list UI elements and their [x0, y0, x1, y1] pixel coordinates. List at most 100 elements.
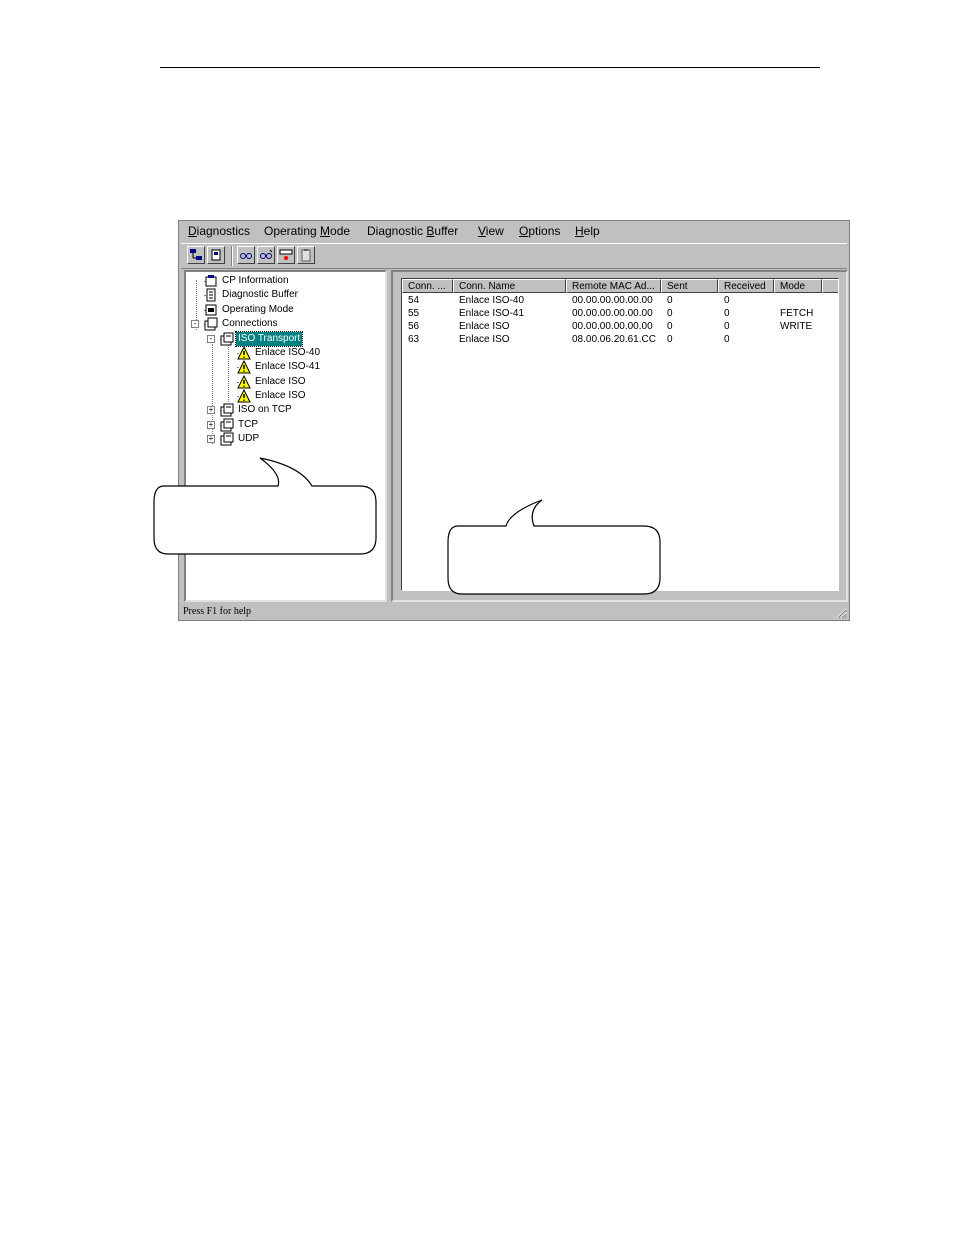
warning-icon — [237, 389, 251, 403]
menu-options-rest: ptions — [528, 224, 561, 238]
table-cell: Enlace ISO-41 — [459, 308, 525, 319]
folder-doc-icon — [220, 418, 234, 432]
tree-item-label: UDP — [238, 433, 260, 444]
menu-operating-mode-rest: ode — [330, 224, 351, 238]
menu-view[interactable]: View — [478, 224, 504, 238]
table-cell: 00.00.00.00.00.00 — [572, 308, 653, 319]
menu-diagnostic-buffer-pre: Diagnostic — [367, 224, 427, 238]
menu-view-accel: V — [478, 224, 486, 238]
table-cell: 55 — [408, 308, 420, 319]
expand-toggle[interactable]: + — [207, 435, 215, 443]
toolbar — [181, 243, 847, 269]
counter-icon — [279, 249, 293, 260]
table-cell: 00.00.00.00.00.00 — [572, 295, 653, 306]
table-cell: FETCH — [780, 308, 814, 319]
speech-callout-left — [153, 457, 377, 555]
tree-item-label: Enlace ISO — [255, 390, 306, 401]
cpu-icon — [211, 249, 221, 261]
folder-doc-icon — [220, 432, 234, 446]
table-cell: 63 — [408, 334, 420, 345]
buffer-icon — [206, 288, 216, 302]
col-sent[interactable]: Sent — [661, 279, 718, 293]
tree-item-label: Operating Mode — [222, 304, 294, 315]
clipboard-button[interactable] — [297, 246, 315, 264]
menu-help[interactable]: Help — [575, 224, 600, 238]
col-conn-id[interactable]: Conn. ... — [402, 279, 453, 293]
collapse-toggle[interactable]: - — [207, 335, 215, 343]
network-button[interactable] — [187, 246, 205, 264]
menu-operating-mode-accel: M — [320, 224, 331, 238]
table-cell: 0 — [724, 308, 730, 319]
status-text: Press F1 for help — [183, 606, 252, 617]
list-header: Conn. ... Conn. Name Remote MAC Ad... Se… — [402, 279, 838, 293]
menu-view-rest: iew — [485, 224, 504, 238]
tree-item-label: Enlace ISO-40 — [255, 347, 321, 358]
expand-toggle[interactable]: + — [207, 406, 215, 414]
tree-item-label: Enlace ISO — [255, 376, 306, 387]
table-cell: 54 — [408, 295, 420, 306]
mode-icon — [205, 304, 217, 316]
warning-icon — [237, 346, 251, 360]
counter-button[interactable] — [277, 246, 295, 264]
table-cell: 08.00.06.20.61.CC — [572, 334, 656, 345]
tree-line — [228, 344, 229, 402]
warning-icon — [237, 375, 251, 389]
col-conn-name[interactable]: Conn. Name — [453, 279, 566, 293]
col-filler — [822, 279, 838, 293]
menu-help-rest: elp — [583, 224, 600, 238]
menu-diagnostics[interactable]: Diagnostics — [188, 224, 250, 238]
glasses-stop-icon — [260, 249, 273, 259]
tree-item-label: ISO Transport — [234, 331, 304, 347]
cp-info-icon — [205, 275, 217, 287]
glasses-start-button[interactable] — [237, 246, 255, 264]
table-cell: 0 — [667, 308, 673, 319]
table-row[interactable]: 55 Enlace ISO-41 00.00.00.00.00.00 0 0 FETCH — [402, 307, 838, 320]
menu-operating-mode[interactable]: Operating Mode — [264, 224, 350, 238]
table-row[interactable]: 56 Enlace ISO 00.00.00.00.00.00 0 0 WRITE — [402, 320, 838, 333]
col-mode[interactable]: Mode — [774, 279, 822, 293]
warning-icon — [237, 360, 251, 374]
speech-callout-right — [447, 499, 661, 595]
folder-doc-icon — [220, 403, 234, 417]
tree-item-label: Enlace ISO-41 — [255, 361, 321, 372]
table-cell: 0 — [724, 295, 730, 306]
table-row[interactable]: 54 Enlace ISO-40 00.00.00.00.00.00 0 0 — [402, 294, 838, 307]
glasses-start-icon — [240, 253, 252, 259]
table-cell: 00.00.00.00.00.00 — [572, 321, 653, 332]
table-cell: 0 — [724, 334, 730, 345]
menu-diagnostics-rest: iagnostics — [196, 224, 251, 238]
table-cell: 0 — [667, 321, 673, 332]
menu-options[interactable]: Options — [519, 224, 560, 238]
expand-toggle[interactable]: + — [207, 421, 215, 429]
menu-bar: Diagnostics Operating Mode Diagnostic Bu… — [179, 221, 849, 241]
menu-options-accel: O — [519, 224, 529, 238]
clipboard-icon — [301, 249, 311, 262]
resize-grip-icon[interactable] — [835, 607, 847, 619]
cpu-button[interactable] — [207, 246, 225, 264]
tree-item-label: ISO on TCP — [238, 404, 292, 415]
menu-help-accel: H — [575, 224, 584, 238]
col-remote-mac[interactable]: Remote MAC Ad... — [566, 279, 661, 293]
tree-item-label: Diagnostic Buffer — [222, 289, 298, 300]
table-cell: Enlace ISO-40 — [459, 295, 525, 306]
connections-icon — [204, 317, 218, 331]
table-cell: Enlace ISO — [459, 334, 510, 345]
toolbar-separator — [231, 246, 233, 266]
table-cell: 0 — [667, 334, 673, 345]
status-bar: Press F1 for help — [181, 604, 847, 619]
network-icon — [190, 249, 202, 260]
table-cell: WRITE — [780, 321, 813, 332]
page-header-rule — [160, 67, 820, 68]
menu-diagnostics-accel: D — [188, 224, 197, 238]
table-cell: Enlace ISO — [459, 321, 510, 332]
glasses-stop-button[interactable] — [257, 246, 275, 264]
tree-item-label: Connections — [222, 318, 278, 329]
table-row[interactable]: 63 Enlace ISO 08.00.06.20.61.CC 0 0 — [402, 333, 838, 346]
collapse-toggle[interactable]: - — [191, 320, 199, 328]
tree-line — [212, 344, 213, 444]
col-received[interactable]: Received — [718, 279, 774, 293]
menu-diagnostic-buffer[interactable]: Diagnostic Buffer — [367, 224, 458, 238]
menu-diagnostic-buffer-rest: uffer — [434, 224, 459, 238]
menu-operating-mode-pre: Operating — [264, 224, 321, 238]
table-cell: 0 — [667, 295, 673, 306]
